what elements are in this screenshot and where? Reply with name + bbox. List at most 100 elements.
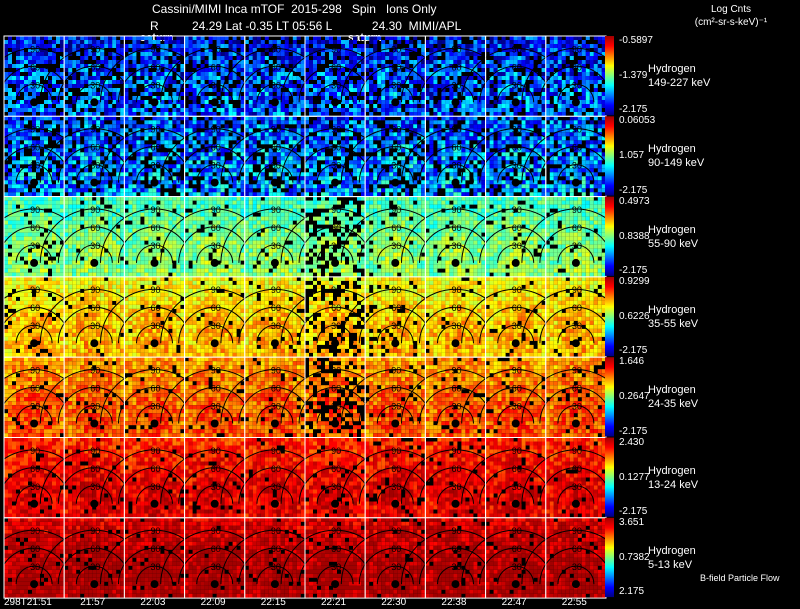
heatmap-cell [465, 44, 470, 48]
heatmap-cell [140, 188, 145, 193]
heatmap-cell [473, 92, 478, 96]
heatmap-cell [80, 56, 85, 60]
heatmap-cell [433, 64, 438, 68]
heatmap-cell [248, 44, 253, 48]
heatmap-cell [581, 88, 586, 92]
heatmap-cell [453, 108, 458, 112]
heatmap-cell [44, 44, 48, 48]
heatmap-cell [493, 84, 498, 88]
heatmap-cell [52, 216, 56, 221]
heatmap-cell [541, 128, 546, 133]
heatmap-cell [136, 124, 141, 129]
heatmap-cell [501, 96, 506, 100]
heatmap-cell [200, 96, 205, 100]
heatmap-cell [581, 180, 586, 185]
heatmap-cell [565, 52, 570, 56]
heatmap-cell [64, 176, 69, 181]
heatmap-cell [369, 88, 374, 92]
heatmap-cell [204, 108, 209, 112]
heatmap-cell [381, 96, 386, 100]
heatmap-cell [188, 148, 193, 153]
heatmap-cell [28, 116, 32, 121]
heatmap-cell [473, 176, 478, 181]
heatmap-cell [409, 100, 414, 104]
heatmap-cell [509, 188, 514, 193]
heatmap-cell [112, 56, 117, 60]
heatmap-cell [457, 136, 462, 141]
heatmap-cell [136, 40, 141, 44]
heatmap-cell [232, 188, 237, 193]
heatmap-cell [120, 152, 125, 157]
heatmap-cell [549, 104, 554, 108]
heatmap-cell [381, 52, 386, 56]
heatmap-cell [108, 40, 113, 44]
heatmap-cell [164, 96, 169, 100]
heatmap-cell [60, 204, 64, 209]
heatmap-cell [8, 56, 12, 60]
heatmap-cell [288, 116, 293, 121]
heatmap-cell [56, 184, 60, 189]
heatmap-cell [497, 136, 502, 141]
heatmap-cell [481, 108, 486, 112]
heatmap-cell [405, 92, 410, 96]
heatmap-cell [248, 104, 253, 108]
heatmap-cell [537, 40, 542, 44]
heatmap-cell [252, 104, 257, 108]
heatmap-cell [513, 108, 518, 112]
heatmap-cell [8, 176, 12, 181]
heatmap-cell [96, 92, 101, 96]
heatmap-cell [196, 160, 201, 165]
heatmap-cell [369, 176, 374, 181]
heatmap-cell [4, 176, 8, 181]
heatmap-cell [196, 104, 201, 108]
heatmap-cell [248, 192, 253, 197]
heatmap-cell [100, 120, 105, 125]
heatmap-cell [160, 72, 165, 76]
heatmap-cell [224, 136, 229, 141]
heatmap-cell [200, 108, 205, 112]
heatmap-cell [252, 100, 257, 104]
heatmap-cell [305, 180, 309, 185]
heatmap-cell [489, 36, 494, 40]
heatmap-cell [12, 172, 16, 177]
heatmap-cell [597, 100, 602, 104]
heatmap-cell [513, 188, 518, 193]
heatmap-cell [60, 148, 64, 153]
heatmap-cell [489, 88, 494, 92]
heatmap-cell [296, 128, 301, 133]
heatmap-cell [565, 36, 570, 40]
heatmap-cell [461, 184, 466, 189]
heatmap-cell [449, 192, 454, 197]
heatmap-cell [505, 168, 510, 173]
heatmap-cell [96, 108, 101, 112]
heatmap-cell [505, 140, 510, 145]
heatmap-cell [292, 108, 297, 112]
heatmap-cell [421, 180, 426, 185]
heatmap-cell [421, 152, 426, 157]
heatmap-cell [40, 44, 44, 48]
heatmap-cell [497, 140, 502, 145]
heatmap-cell [545, 184, 550, 189]
heatmap-cell [481, 104, 486, 108]
heatmap-cell [36, 192, 40, 197]
heatmap-cell [68, 68, 73, 72]
heatmap-cell [272, 72, 277, 76]
heatmap-cell [160, 140, 165, 145]
heatmap-cell [52, 92, 56, 96]
heatmap-cell [32, 188, 36, 193]
heatmap-cell [549, 68, 554, 72]
heatmap-cell [176, 184, 181, 189]
contour-label: 90 [271, 125, 281, 135]
heatmap-cell [140, 100, 145, 104]
heatmap-cell [517, 136, 522, 141]
heatmap-cell [276, 188, 281, 193]
heatmap-cell [40, 136, 44, 141]
heatmap-cell [132, 100, 137, 104]
heatmap-cell [305, 72, 309, 76]
heatmap-cell [505, 100, 510, 104]
heatmap-cell [313, 124, 317, 129]
heatmap-cell [240, 44, 245, 48]
heatmap-cell [377, 132, 382, 137]
heatmap-cell [112, 136, 117, 141]
heatmap-cell [553, 36, 558, 40]
